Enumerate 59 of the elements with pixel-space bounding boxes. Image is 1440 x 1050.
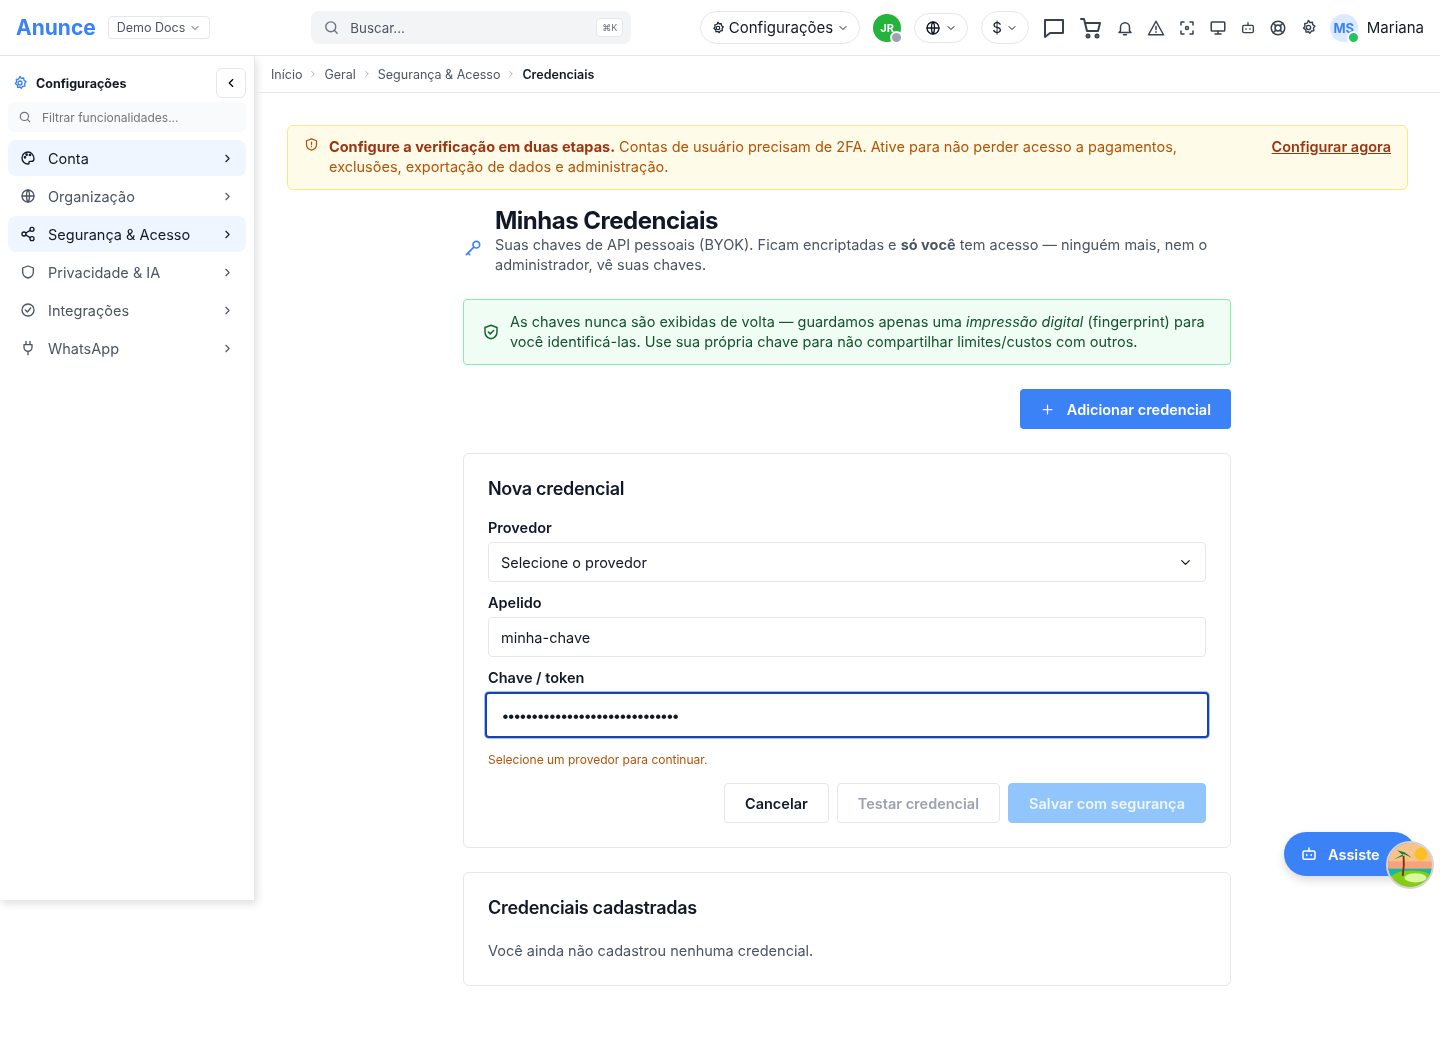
page-title: Minhas Credenciais [495, 206, 719, 235]
field-label: Provedor [488, 519, 553, 536]
page-subtitle: Suas chaves de API pessoais (BYOK). Ficam encriptadas e só você tem acesso — ninguém mais, nem o administrador, vê suas chaves. [495, 235, 1209, 275]
info-notice: As chaves nunca são exibidas de volta — guardamos apenas uma impressão digital (fingerprint) para você identificá-las. Use sua própria chave para não compartilhar limites/custos com outros. [510, 312, 1206, 352]
breadcrumb-link[interactable]: Geral [324, 66, 356, 82]
card-title: Nova credencial [488, 478, 626, 499]
palette-icon [20, 150, 36, 166]
plug-icon [20, 340, 36, 356]
globe-icon [925, 19, 942, 36]
sidebar-item[interactable]: Integrações [8, 292, 246, 328]
shield-icon [20, 264, 36, 280]
search-icon [18, 110, 32, 124]
globe-icon [20, 188, 36, 204]
sidebar-title: Configurações [36, 75, 128, 91]
workspace-selector[interactable]: Demo Docs [107, 16, 211, 39]
form-button[interactable]: Cancelar [724, 783, 829, 823]
cart-icon [1078, 15, 1103, 40]
gear-icon [710, 20, 725, 35]
robot-icon [1300, 845, 1318, 863]
field-label: Chave / token [488, 669, 586, 686]
check-circle-icon [20, 302, 36, 318]
alert-message: Configure a verificação em duas etapas. Contas de usuário precisam de 2FA. Ative para não perder acesso a pagamentos, exclusões, exportação de dados e administração. [329, 137, 1178, 177]
robot-icon [1239, 19, 1256, 36]
sidebar-item[interactable]: WhatsApp [8, 330, 246, 366]
settings-menu[interactable]: Configurações [699, 11, 861, 44]
configure-link[interactable]: Configurar agora [1271, 137, 1391, 177]
monitor-icon [1208, 18, 1227, 37]
breadcrumb-link[interactable]: Início [271, 66, 303, 82]
provider-select[interactable]: Selecione o provedor [488, 542, 1206, 582]
plus-icon [1039, 401, 1055, 417]
logo[interactable]: Anunce [16, 15, 96, 40]
sidebar-item[interactable]: Conta [8, 140, 246, 176]
field-label: Apelido [488, 594, 543, 611]
currency-selector[interactable]: $ [981, 11, 1029, 44]
shield-check-icon [482, 323, 500, 341]
gear-icon [12, 75, 28, 91]
language-selector[interactable] [914, 12, 969, 43]
user-name[interactable]: Mariana [1366, 18, 1424, 37]
card-title: Credenciais cadastradas [488, 897, 698, 918]
filter-field[interactable]: Filtrar funcionalidades... [40, 108, 236, 126]
token-field[interactable]: •••••••••••••••••••••••••••••• [485, 692, 1209, 738]
error-message: Selecione um provedor para continuar. [488, 752, 709, 767]
filter-bar[interactable]: Filtrar funcionalidades... [8, 102, 246, 132]
warning-icon [1146, 18, 1165, 37]
add-credential-button[interactable]: Adicionar credencial [1019, 389, 1231, 429]
input-field[interactable]: minha-chave [488, 617, 1206, 657]
lifebuoy-icon [1268, 18, 1287, 37]
shortcut-hint: ⌘K [596, 18, 624, 37]
sidebar-item[interactable]: Segurança & Acesso [8, 216, 246, 252]
scan-icon [1177, 18, 1196, 37]
share-icon [20, 226, 36, 242]
breadcrumb-link[interactable]: Segurança & Acesso [377, 66, 501, 82]
search-field[interactable]: Buscar... [348, 18, 589, 37]
search-bar[interactable]: Buscar... ⌘K [311, 11, 632, 44]
empty-message: Você ainda não cadastrou nenhuma credencial. [488, 942, 815, 959]
sidebar-item[interactable]: Privacidade & IA [8, 254, 246, 290]
search-icon [323, 19, 341, 36]
sidebar-item[interactable]: Organização [8, 178, 246, 214]
shield-alert-icon [304, 137, 319, 152]
